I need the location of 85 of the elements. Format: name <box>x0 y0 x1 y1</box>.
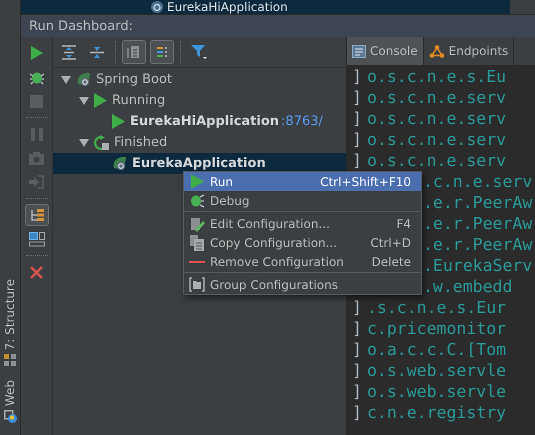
types-tool-button[interactable] <box>150 40 174 64</box>
pause-icon <box>30 128 42 140</box>
log-bracket: ] <box>351 319 363 338</box>
menu-item[interactable]: Remove Configuration Delete <box>184 252 421 271</box>
expand-all-icon <box>62 44 76 60</box>
edit-icon <box>190 216 204 232</box>
exit-arrow-icon <box>29 175 44 189</box>
globe-icon <box>4 410 16 423</box>
log-line: o.a.c.c.C.[Tom <box>367 340 506 359</box>
tree-item[interactable]: EurekaApplication <box>53 153 346 174</box>
log-bracket: ] <box>351 151 363 170</box>
menu-item[interactable]: Run Ctrl+Shift+F10 <box>184 172 421 191</box>
document-icon <box>127 45 141 59</box>
log-line: c.n.e.registry <box>367 403 506 422</box>
expand-arrow-icon[interactable] <box>61 76 71 84</box>
endpoints-icon <box>428 44 445 58</box>
run-configuration-label: EurekaHiApplication <box>167 0 288 14</box>
camera-icon <box>29 152 44 164</box>
log-line: .w.embedd <box>423 277 512 296</box>
log-bracket: ] <box>351 298 363 317</box>
log-line: o.s.web.servle <box>367 382 506 401</box>
rerun-icon <box>94 135 109 150</box>
tool-window-tab[interactable]: 7: Structure <box>3 278 17 350</box>
shortcut-label: Delete <box>372 254 411 268</box>
menu-item[interactable]: Group Configurations <box>184 275 421 294</box>
log-bracket: ] <box>351 361 363 380</box>
shortcut-label: F4 <box>396 216 411 230</box>
log-bracket: ] <box>351 382 363 401</box>
log-line: o.s.c.n.e.serv <box>367 88 506 107</box>
shortcut-label: Ctrl+Shift+F10 <box>320 174 411 188</box>
log-line: .EurekaServ <box>423 256 532 275</box>
tab[interactable]: Endpoints <box>424 37 514 65</box>
group-tool-button[interactable] <box>122 40 146 64</box>
tree-tool-button[interactable] <box>24 204 48 226</box>
log-line: o.s.c.n.e.s.Eu <box>367 67 506 86</box>
bug-icon <box>189 193 205 208</box>
tab[interactable]: Console <box>347 37 424 65</box>
play-icon <box>190 174 204 189</box>
tree-item[interactable]: Running <box>53 90 346 111</box>
log-line: .e.r.PeerAw <box>423 235 532 254</box>
menu-item[interactable]: Debug <box>184 191 421 210</box>
log-bracket: ] <box>351 130 363 149</box>
collapse-all-icon <box>90 44 104 60</box>
structure-icon <box>4 354 16 366</box>
panel-title: Run Dashboard: <box>29 18 133 34</box>
play-icon <box>94 93 107 108</box>
tool-window-tab[interactable]: Web <box>3 380 17 406</box>
log-line: .e.r.PeerAw <box>423 214 532 233</box>
expand-arrow-icon[interactable] <box>79 96 89 104</box>
log-bracket: ] <box>351 88 363 107</box>
log-line: .s.c.n.e.s.Eur <box>367 298 506 317</box>
tree-item[interactable]: Finished <box>53 132 346 153</box>
log-line: o.s.c.n.e.serv <box>367 130 506 149</box>
spring-icon <box>76 72 91 87</box>
log-line: o.s.web.servle <box>367 361 506 380</box>
folder-icon <box>189 277 205 292</box>
copy-icon <box>190 234 204 250</box>
stop-icon <box>30 94 43 108</box>
play-icon <box>112 114 125 129</box>
log-line: c.pricemonitor <box>367 319 506 338</box>
log-bracket: ] <box>351 403 363 422</box>
log-line: .e.r.PeerAw <box>423 193 532 212</box>
filter-icon <box>191 44 207 60</box>
log-line: .c.n.e.serv <box>423 172 532 191</box>
log-line: o.s.c.n.e.serv <box>367 109 506 128</box>
log-line: o.s.c.n.e.serv <box>367 151 506 170</box>
tree-item[interactable]: EurekaHiApplication:8763/ <box>53 111 346 132</box>
log-bracket: ] <box>351 67 363 86</box>
menu-item[interactable]: Edit Configuration... F4 <box>184 214 421 233</box>
layout-icon <box>28 232 44 246</box>
port-link[interactable]: :8763/ <box>281 114 323 129</box>
expand-arrow-icon[interactable] <box>79 138 89 146</box>
spring-icon <box>151 1 163 13</box>
close-icon <box>30 266 43 278</box>
log-bracket: ] <box>351 340 363 359</box>
shortcut-label: Ctrl+D <box>370 236 411 250</box>
tree-item[interactable]: Spring Boot <box>53 69 346 90</box>
minus-icon <box>189 260 205 262</box>
list-icon <box>155 45 169 59</box>
spring-icon <box>112 156 127 171</box>
play-icon <box>30 45 44 61</box>
menu-item[interactable]: Copy Configuration... Ctrl+D <box>184 233 421 252</box>
log-bracket: ] <box>351 109 363 128</box>
console-icon <box>352 44 366 58</box>
tree-icon <box>28 207 44 223</box>
